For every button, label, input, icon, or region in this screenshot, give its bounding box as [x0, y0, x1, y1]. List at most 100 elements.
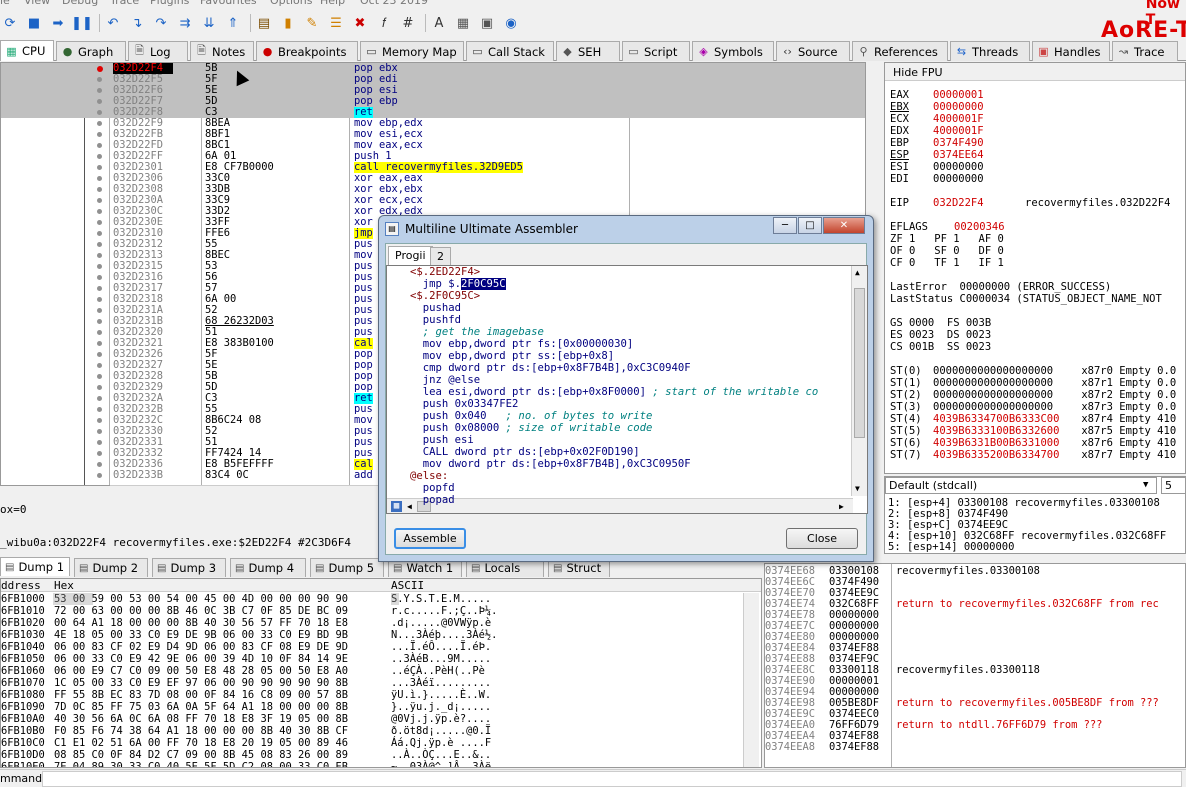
code-line[interactable]: <$.2ED22F4> [410, 266, 480, 278]
editor-options-icon[interactable]: ▦ [391, 501, 402, 512]
breakpoint-slot-icon[interactable] [97, 473, 102, 478]
tab-source[interactable]: ‹› Source [776, 41, 850, 61]
scroll-thumb[interactable] [854, 288, 865, 438]
tab-progii[interactable]: Progii [388, 246, 433, 265]
breakpoint-icon[interactable] [97, 66, 103, 72]
register-esi[interactable]: ESI 00000000 [890, 161, 984, 173]
run-icon[interactable]: ➡ [48, 13, 68, 33]
maximize-button[interactable]: □ [798, 217, 822, 234]
segment-registers-row[interactable]: CS 001B SS 0023 [890, 341, 991, 353]
breakpoint-slot-icon[interactable] [97, 319, 102, 324]
code-line[interactable]: pushad [410, 302, 461, 314]
fpu-register[interactable]: ST(2) 0000000000000000000 x87r2 Empty 0.0 [890, 389, 1176, 401]
tab-log[interactable]: 🗎 Log [128, 41, 188, 61]
restart-icon[interactable]: ↶ [103, 13, 123, 33]
breakpoint-slot-icon[interactable] [97, 451, 102, 456]
call-argument[interactable]: 5: [esp+14] 00000000 [888, 542, 1014, 553]
close-button[interactable]: Close [786, 528, 858, 549]
breakpoint-slot-icon[interactable] [97, 429, 102, 434]
tab-cpu[interactable]: ▦ CPU [0, 40, 54, 61]
code-editor[interactable]: ▲ ▼ ▦ ◀ ▶ <$.2ED22F4> jmp $.2F0C95C <$.2F… [386, 265, 868, 514]
function-icon[interactable]: 𝑓 [374, 13, 394, 33]
breakpoint-slot-icon[interactable] [97, 297, 102, 302]
calling-convention-select[interactable]: Default (stdcall) [885, 477, 1157, 494]
register-eax[interactable]: EAX 00000001 [890, 89, 984, 101]
menu-item-8[interactable]: Oct 23 2019 [360, 0, 428, 7]
tab-dump-4[interactable]: ▤ Dump 4 [230, 558, 306, 577]
menu-item-0[interactable]: ie [0, 0, 10, 7]
breakpoint-slot-icon[interactable] [97, 242, 102, 247]
registers-panel[interactable]: Hide FPU EAX 00000001 EBX 00000000 ECX 400000… [884, 62, 1186, 474]
menu-item-3[interactable]: Trace [110, 0, 139, 7]
tab-notes[interactable]: 🗎 Notes [190, 41, 254, 61]
patch-icon[interactable]: ✖ [350, 13, 370, 33]
editor-horizontal-scrollbar[interactable]: ▦ ◀ ▶ [387, 498, 853, 513]
dropdown-arrow-icon[interactable]: ▼ [1143, 480, 1148, 490]
breakpoint-slot-icon[interactable] [97, 231, 102, 236]
breakpoint-slot-icon[interactable] [97, 154, 102, 159]
web-icon[interactable]: ◉ [501, 13, 521, 33]
breakpoint-slot-icon[interactable] [97, 418, 102, 423]
code-line[interactable]: push 0x03347FE2 [410, 398, 519, 410]
segment-registers-row[interactable]: GS 0000 FS 003B [890, 317, 991, 329]
breakpoint-slot-icon[interactable] [97, 77, 102, 82]
tab-dump-1[interactable]: ▤ Dump 1 [0, 557, 70, 576]
breakpoint-slot-icon[interactable] [97, 110, 102, 115]
stop-icon[interactable]: ■ [24, 13, 44, 33]
code-line[interactable]: mov ebp,dword ptr ss:[ebp+0x8] [410, 350, 614, 362]
stack-view[interactable]: 0374EE68 03300108 recovermyfiles.03300108 0… [764, 563, 1186, 768]
dump-view[interactable]: ddress Hex ASCII 6FB1000 53 00 59 00 53 0… [0, 578, 762, 768]
code-line[interactable]: jnz @else [410, 374, 480, 386]
code-line[interactable]: jmp $.2F0C95C [410, 278, 506, 290]
code-line[interactable]: ; get the imagebase [410, 326, 544, 338]
breakpoint-slot-icon[interactable] [97, 308, 102, 313]
tab-references[interactable]: ⚲ References [852, 41, 948, 61]
breakpoint-slot-icon[interactable] [97, 286, 102, 291]
calc-icon[interactable]: ▣ [477, 13, 497, 33]
hide-fpu-button[interactable]: Hide FPU [885, 63, 1185, 81]
tab-script[interactable]: ▭ Script [622, 41, 690, 61]
animate-icon[interactable]: ⇊ [199, 13, 219, 33]
menu-item-7[interactable]: Help [320, 0, 345, 7]
register-eip[interactable]: EIP 032D22F4 recovermyfiles.032D22F4 [890, 197, 1170, 209]
breakpoint-slot-icon[interactable] [97, 121, 102, 126]
breakpoint-slot-icon[interactable] [97, 275, 102, 280]
breakpoint-slot-icon[interactable] [97, 220, 102, 225]
tab-call-stack[interactable]: ▭ Call Stack [466, 41, 554, 61]
breakpoint-slot-icon[interactable] [97, 209, 102, 214]
register-esp[interactable]: ESP 0374EE64 [890, 149, 984, 161]
tab-dump-2[interactable]: ▤ Dump 2 [74, 558, 148, 577]
editor-vertical-scrollbar[interactable]: ▲ ▼ [851, 266, 867, 496]
menu-item-2[interactable]: Debug [62, 0, 98, 7]
tools-icon[interactable]: ▦ [453, 13, 473, 33]
close-window-button[interactable]: ✕ [823, 217, 865, 234]
code-line[interactable]: popad [410, 494, 455, 506]
fpu-register[interactable]: ST(5) 4039B6333100B6332600 x87r5 Empty 41… [890, 425, 1176, 437]
register-edi[interactable]: EDI 00000000 [890, 173, 984, 185]
comment-icon[interactable]: ✎ [302, 13, 322, 33]
font-icon[interactable]: A [429, 13, 449, 33]
breakpoint-slot-icon[interactable] [97, 132, 102, 137]
flags-row[interactable]: OF 0 SF 0 DF 0 [890, 245, 1004, 257]
breakpoint-slot-icon[interactable] [97, 363, 102, 368]
breakpoint-slot-icon[interactable] [97, 187, 102, 192]
code-line[interactable]: @else: [410, 470, 448, 482]
dump-vertical-scrollbar[interactable] [743, 593, 759, 767]
fpu-register[interactable]: ST(7) 4039B6335200B6334700 x87r7 Empty 41… [890, 449, 1176, 461]
bookmark-icon[interactable]: ▮ [278, 13, 298, 33]
refresh-icon[interactable]: ⟳ [0, 13, 20, 33]
breakpoint-slot-icon[interactable] [97, 198, 102, 203]
register-ecx[interactable]: ECX 4000001F [890, 113, 984, 125]
tab-trace[interactable]: ↝ Trace [1112, 41, 1178, 61]
run-to-user-icon[interactable]: ⇑ [223, 13, 243, 33]
breakpoint-slot-icon[interactable] [97, 385, 102, 390]
register-ebp[interactable]: EBP 0374F490 [890, 137, 984, 149]
code-line[interactable]: mov ebp,dword ptr fs:[0x00000030] [410, 338, 633, 350]
code-line[interactable]: push 0x040 ; no. of bytes to write [410, 410, 653, 422]
scroll-up-icon[interactable]: ▲ [855, 268, 860, 277]
dialog-titlebar[interactable]: ▤ Multiline Ultimate Assembler [385, 221, 578, 237]
code-line[interactable]: <$.2F0C95C> [410, 290, 480, 302]
register-ebx[interactable]: EBX 00000000 [890, 101, 984, 113]
tab-2[interactable]: 2 [430, 247, 451, 265]
breakpoint-slot-icon[interactable] [97, 341, 102, 346]
